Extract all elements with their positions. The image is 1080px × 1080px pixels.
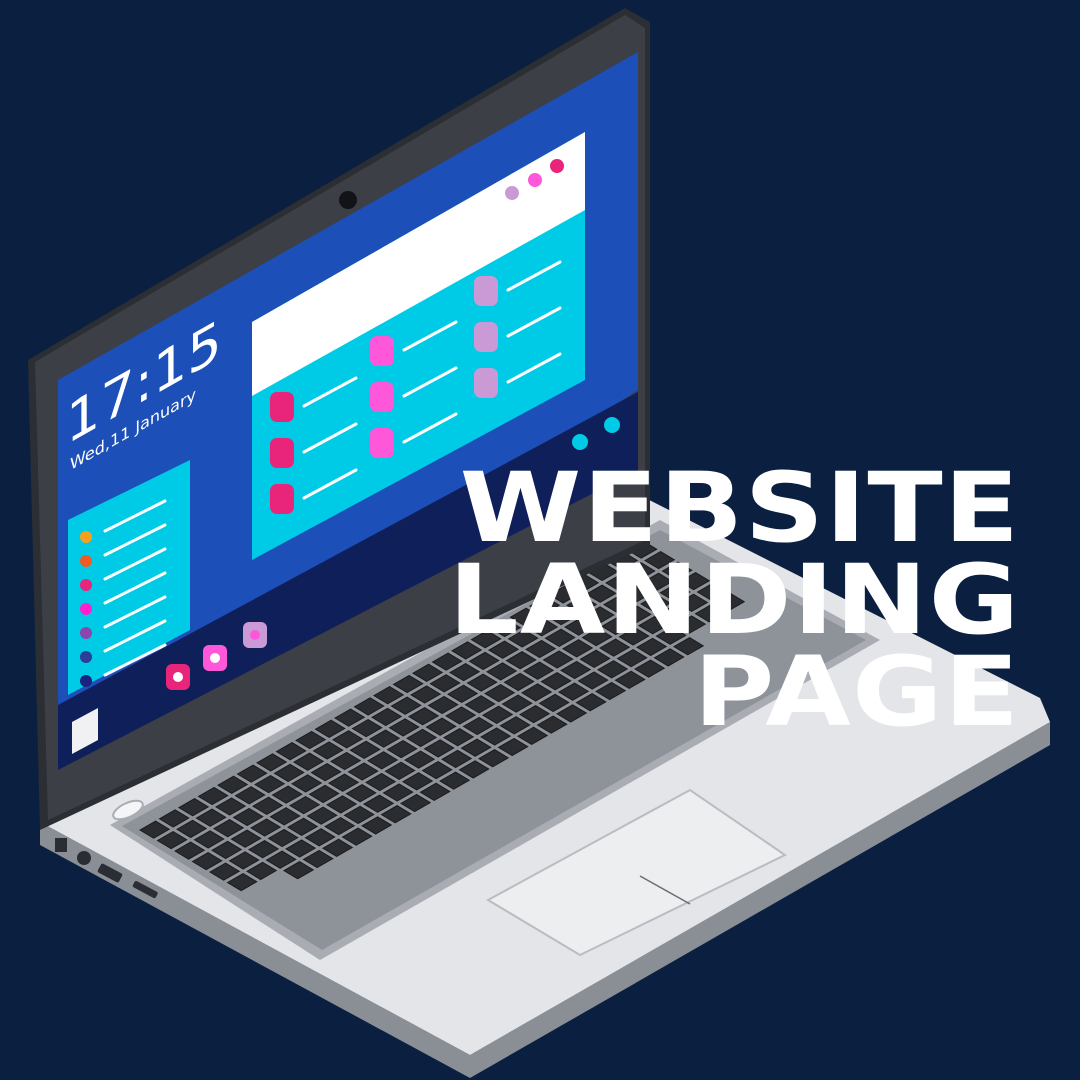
webcam-icon [339,191,357,209]
grid-tile-icon[interactable] [370,382,394,412]
grid-tile-icon[interactable] [474,276,498,306]
headline-line-3: PAGE [693,636,1020,749]
list-bullet-icon [80,651,92,663]
headline-line-2: LANDING [448,544,1020,657]
list-bullet-icon [80,555,92,567]
grid-tile-icon[interactable] [270,484,294,514]
port-icon [55,838,67,852]
grid-tile-icon[interactable] [370,428,394,458]
window-control-dot-icon[interactable] [550,159,564,173]
list-bullet-icon [80,531,92,543]
headline: WEBSITE LANDING PAGE [448,460,1020,740]
list-bullet-icon [80,579,92,591]
app-dot [173,672,183,682]
tray-dot-icon [604,417,620,433]
app-dot [210,653,220,663]
list-bullet-icon [80,675,92,687]
list-bullet-icon [80,627,92,639]
audio-jack-icon [77,851,91,865]
grid-tile-icon[interactable] [474,322,498,352]
window-control-dot-icon[interactable] [528,173,542,187]
grid-tile-icon[interactable] [370,336,394,366]
grid-tile-icon[interactable] [270,392,294,422]
grid-tile-icon[interactable] [270,438,294,468]
grid-tile-icon[interactable] [474,368,498,398]
window-control-dot-icon[interactable] [505,186,519,200]
app-dot [250,630,260,640]
headline-line-1: WEBSITE [459,452,1020,564]
list-bullet-icon [80,603,92,615]
tray-dot-icon [572,434,588,450]
